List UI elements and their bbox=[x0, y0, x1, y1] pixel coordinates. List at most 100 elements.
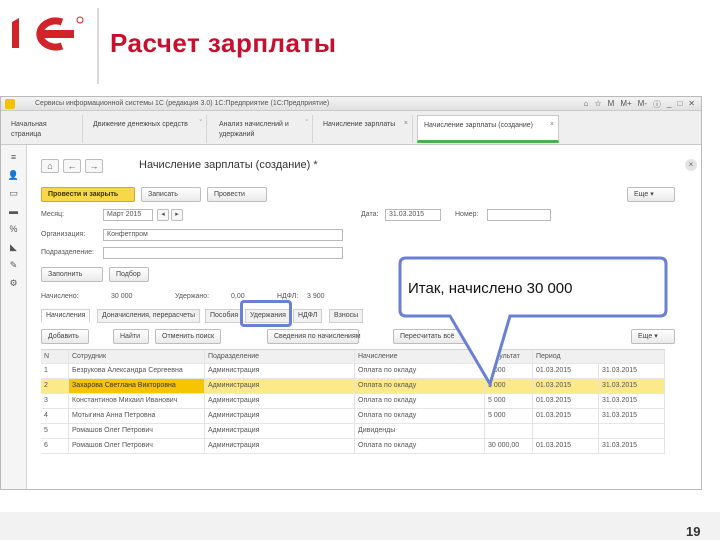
month-label: Месяц: bbox=[41, 211, 65, 218]
select-button[interactable]: Подбор bbox=[109, 267, 149, 282]
month-next-button[interactable]: ▸ bbox=[171, 209, 183, 221]
table-cell: Захарова Светлана Викторовна bbox=[69, 379, 205, 393]
month-field[interactable]: Март 2015 bbox=[103, 209, 153, 221]
fill-button[interactable]: Заполнить bbox=[41, 267, 103, 282]
table-cell: Ромашов Олег Петрович bbox=[69, 439, 205, 453]
memory-plus-button[interactable]: M+ bbox=[620, 99, 631, 110]
subtab-accruals[interactable]: Начисления bbox=[41, 309, 91, 323]
ndfl-label: НДФЛ: bbox=[277, 293, 299, 300]
sidebar: ≡ 👤 ▭ ▬ % ◣ ✎ ⚙ bbox=[1, 145, 27, 489]
ndfl-value: 3 900 bbox=[307, 293, 325, 300]
table-cell: 5 000 bbox=[485, 394, 533, 408]
tab-salary-accrual-create[interactable]: Начисление зарплаты (создание) × bbox=[417, 115, 559, 143]
table-row[interactable]: 4 Мотыгина Анна Петровна Администрация Опла… bbox=[41, 409, 665, 424]
table-cell: 01.03.2015 bbox=[533, 439, 599, 453]
accrued-label: Начислено: bbox=[41, 293, 79, 300]
gear-icon[interactable]: ⚙ bbox=[8, 277, 20, 289]
col-n: N bbox=[41, 350, 69, 364]
forward-button[interactable]: → bbox=[85, 159, 103, 173]
number-field[interactable] bbox=[487, 209, 551, 221]
percent-icon[interactable]: % bbox=[8, 223, 20, 235]
info-icon[interactable]: ⓘ bbox=[653, 99, 661, 110]
memory-minus-button[interactable]: M- bbox=[638, 99, 647, 110]
menu-icon[interactable]: ≡ bbox=[8, 151, 20, 163]
find-button[interactable]: Найти bbox=[113, 329, 149, 344]
table-cell: Мотыгина Анна Петровна bbox=[69, 409, 205, 423]
organization-label: Организация: bbox=[41, 231, 86, 238]
table-cell: Администрация bbox=[205, 379, 355, 393]
app-icon bbox=[5, 99, 15, 109]
table-cell: 30 000,00 bbox=[485, 439, 533, 453]
date-label: Дата: bbox=[361, 211, 379, 218]
subtab-ndfl[interactable]: НДФЛ bbox=[293, 309, 323, 323]
memory-button[interactable]: M bbox=[608, 99, 615, 110]
save-button[interactable]: Записать bbox=[141, 187, 201, 202]
col-result: Результат bbox=[485, 350, 533, 364]
post-and-close-button[interactable]: Провести и закрыть bbox=[41, 187, 135, 202]
form-title: Начисление зарплаты (создание) * bbox=[139, 159, 318, 171]
list-icon[interactable]: ▬ bbox=[8, 205, 20, 217]
tab-home[interactable]: Начальная страница bbox=[5, 115, 83, 143]
form-area: ⌂ ← → Начисление зарплаты (создание) * ×… bbox=[31, 149, 697, 489]
table-cell: Дивиденды bbox=[355, 424, 485, 438]
1c-logo-icon bbox=[12, 16, 84, 51]
home-nav-button[interactable]: ⌂ bbox=[41, 159, 59, 173]
table-cell bbox=[533, 424, 599, 438]
document-icon[interactable]: ▭ bbox=[8, 187, 20, 199]
table-cell: Администрация bbox=[205, 364, 355, 378]
table-more-button[interactable]: Еще ▾ bbox=[631, 329, 675, 344]
cancel-search-button[interactable]: Отменить поиск bbox=[155, 329, 221, 344]
user-icon[interactable]: 👤 bbox=[8, 169, 20, 181]
minimize-icon[interactable]: _ bbox=[667, 99, 671, 110]
department-label: Подразделение: bbox=[41, 249, 94, 256]
back-button[interactable]: ← bbox=[63, 159, 81, 173]
number-label: Номер: bbox=[455, 211, 479, 218]
maximize-icon[interactable]: □ bbox=[677, 99, 682, 110]
window-titlebar: Сервисы информационной системы 1С (редак… bbox=[1, 97, 701, 111]
recalculate-button[interactable]: Пересчитать всё bbox=[393, 329, 469, 344]
table-cell: 5 bbox=[41, 424, 69, 438]
department-field[interactable] bbox=[103, 247, 343, 259]
table-cell: 01.03.2015 bbox=[533, 379, 599, 393]
table-cell: Администрация bbox=[205, 409, 355, 423]
slide-title: Расчет зарплаты bbox=[110, 28, 337, 58]
table-cell: 6 bbox=[41, 439, 69, 453]
subtab-contributions[interactable]: Взносы bbox=[329, 309, 364, 323]
table-row[interactable]: 1 Безрукова Александра Сергеевна Администр… bbox=[41, 364, 665, 379]
subtab-benefits[interactable]: Пособия bbox=[205, 309, 244, 323]
accrual-details-button[interactable]: Сведения по начислениям bbox=[267, 329, 361, 344]
title-separator bbox=[97, 8, 99, 84]
table-row[interactable]: 2 Захарова Светлана Викторовна Администрац… bbox=[41, 379, 665, 394]
table-cell: 31.03.2015 bbox=[599, 409, 665, 423]
table-cell: 01.03.2015 bbox=[533, 364, 599, 378]
form-close-icon[interactable]: × bbox=[685, 159, 697, 171]
month-prev-button[interactable]: ◂ bbox=[157, 209, 169, 221]
post-button[interactable]: Провести bbox=[207, 187, 267, 202]
tab-cash-flow[interactable]: Движение денежных средств ˇ bbox=[87, 115, 207, 143]
table-cell: 5 000 bbox=[485, 379, 533, 393]
table-row[interactable]: 3 Константинов Михаил Иванович Администрац… bbox=[41, 394, 665, 409]
wrench-icon[interactable]: ✎ bbox=[8, 259, 20, 271]
subtab-additional-accruals[interactable]: Доначисления, перерасчеты bbox=[97, 309, 201, 323]
star-icon[interactable]: ☆ bbox=[594, 99, 601, 110]
table-row[interactable]: 5 Ромашов Олег Петрович Администрация Дивид… bbox=[41, 424, 665, 439]
chart-icon[interactable]: ◣ bbox=[8, 241, 20, 253]
tab-bar: Начальная страница Движение денежных сре… bbox=[1, 111, 701, 145]
slide-footer bbox=[0, 512, 720, 540]
date-field[interactable]: 31.03.2015 bbox=[385, 209, 441, 221]
add-row-button[interactable]: Добавить bbox=[41, 329, 89, 344]
table-cell: 3 bbox=[41, 394, 69, 408]
organization-field[interactable]: Конфетпром bbox=[103, 229, 343, 241]
table-header: N Сотрудник Подразделение Начисление Рез… bbox=[41, 349, 665, 364]
tab-accruals-analysis[interactable]: Анализ начислений и удержаний ˇ bbox=[213, 115, 313, 143]
window-title: Сервисы информационной системы 1С (редак… bbox=[35, 100, 330, 107]
table-cell: 1 bbox=[41, 364, 69, 378]
home-icon[interactable]: ⌂ bbox=[584, 99, 589, 110]
table-cell: 5 000 bbox=[485, 364, 533, 378]
table-row[interactable]: 6 Ромашов Олег Петрович Администрация Оплат… bbox=[41, 439, 665, 454]
close-icon[interactable]: ✕ bbox=[688, 99, 695, 110]
table-cell: Администрация bbox=[205, 424, 355, 438]
tab-salary-accrual[interactable]: Начисление зарплаты × bbox=[317, 115, 413, 143]
more-button[interactable]: Еще ▾ bbox=[627, 187, 675, 202]
callout-text: Итак, начислено 30 000 bbox=[408, 280, 573, 297]
